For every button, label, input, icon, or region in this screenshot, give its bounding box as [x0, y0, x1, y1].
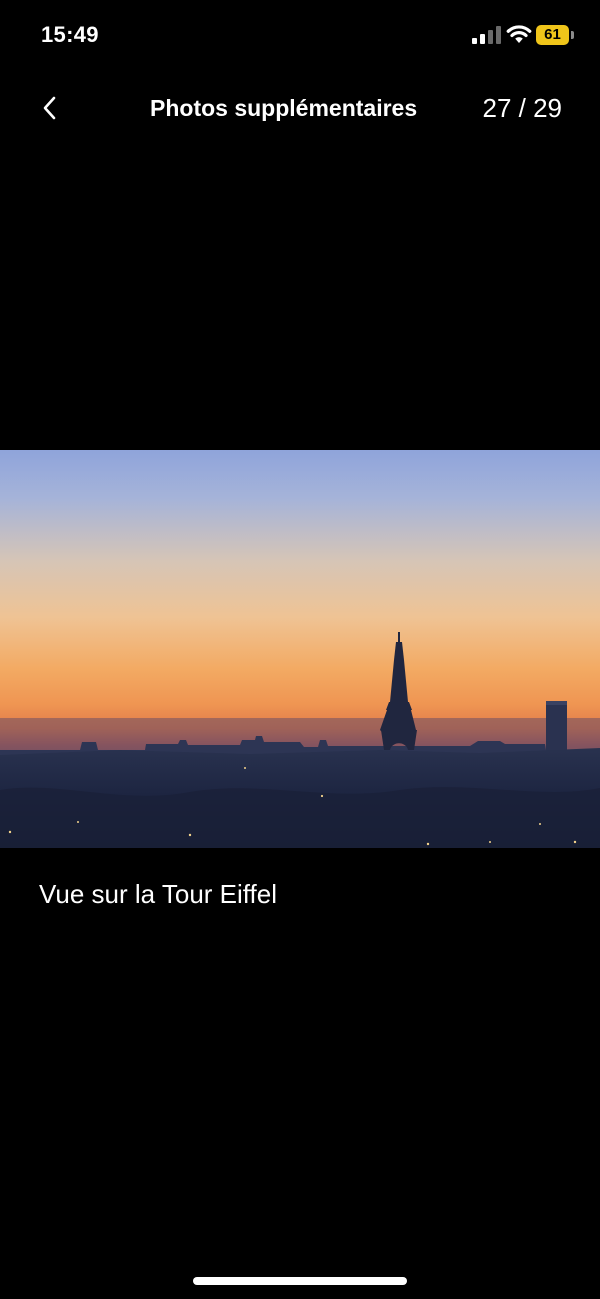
status-time: 15:49 — [41, 22, 99, 47]
battery-indicator: 61 — [536, 25, 574, 45]
photo-counter: 27 / 29 — [482, 93, 562, 123]
home-indicator[interactable] — [193, 1277, 407, 1285]
wifi-icon — [506, 25, 532, 43]
eiffel-tower-sunset-image — [0, 450, 600, 848]
battery-level: 61 — [536, 25, 569, 45]
battery-nub — [571, 31, 574, 39]
chevron-left-icon — [43, 96, 56, 120]
back-button[interactable] — [30, 88, 70, 128]
tower-silhouette — [546, 701, 567, 751]
status-bar: 15:49 61 — [0, 0, 600, 72]
gallery-photo[interactable] — [0, 450, 600, 848]
page-title: Photos supplémentaires — [150, 95, 418, 121]
photo-caption: Vue sur la Tour Eiffel — [39, 879, 277, 909]
cellular-signal-icon — [472, 26, 501, 44]
nav-header: Photos supplémentaires 27 / 29 — [0, 80, 600, 136]
